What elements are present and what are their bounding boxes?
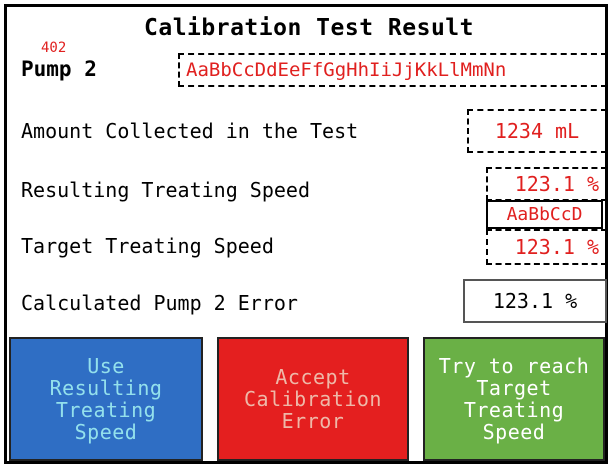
target-treating-speed-label: Target Treating Speed — [21, 234, 274, 258]
pump-code: 402 — [41, 40, 67, 56]
accept-calibration-error-button[interactable]: Accept Calibration Error — [217, 337, 409, 461]
amount-collected-field[interactable]: 1234 mL — [467, 109, 607, 153]
resulting-unit-field[interactable]: AaBbCcD — [486, 200, 603, 229]
use-resulting-speed-button[interactable]: Use Resulting Treating Speed — [9, 337, 203, 461]
amount-collected-label: Amount Collected in the Test — [21, 119, 359, 143]
resulting-treating-speed-label: Resulting Treating Speed — [21, 178, 310, 202]
page-title: Calibration Test Result — [144, 15, 474, 41]
try-target-speed-button[interactable]: Try to reach Target Treating Speed — [423, 337, 605, 461]
pump-label: Pump 2 — [21, 57, 97, 81]
target-treating-speed-field[interactable]: 123.1 % — [486, 229, 607, 265]
calculated-pump-error-label: Calculated Pump 2 Error — [21, 291, 298, 315]
resulting-treating-speed-field[interactable]: 123.1 % — [486, 167, 607, 201]
pump-name-field[interactable]: AaBbCcDdEeFfGgHhIiJjKkLlMmNn — [178, 53, 607, 87]
calibration-screen: Calibration Test Result 402 Pump 2 AaBbC… — [4, 4, 608, 464]
calculated-pump-error-field: 123.1 % — [463, 279, 607, 323]
